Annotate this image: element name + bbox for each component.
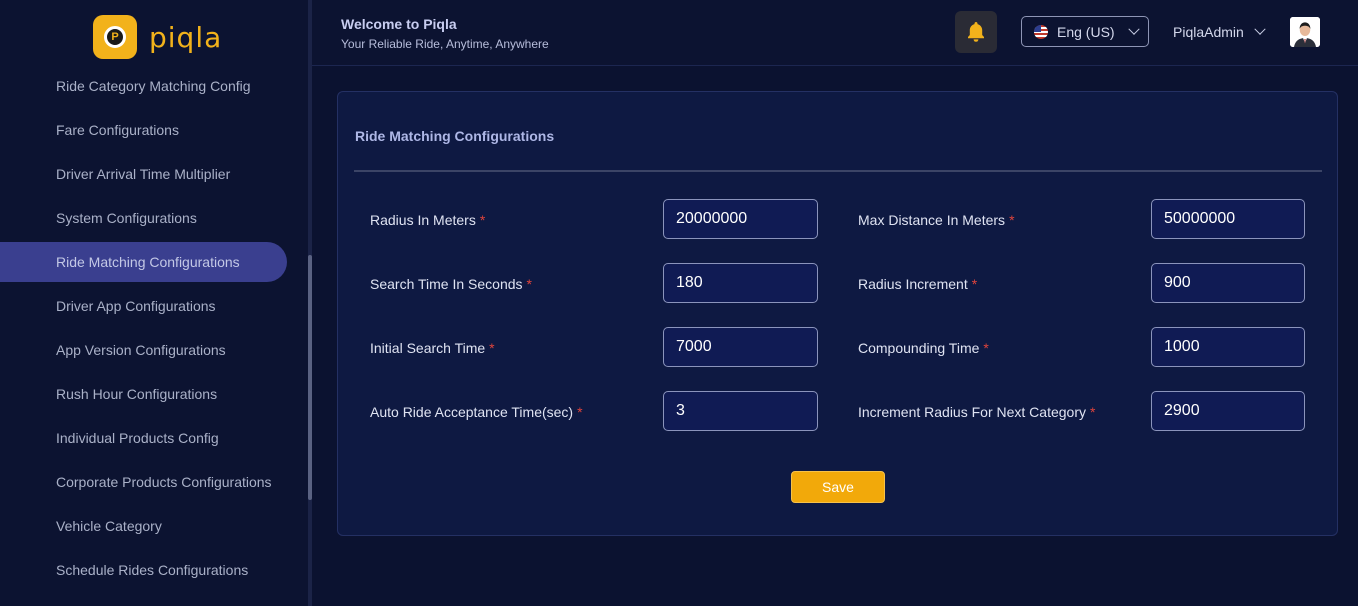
field-label-text: Radius In Meters <box>370 212 476 228</box>
sidebar-item-system-configurations[interactable]: System Configurations <box>0 198 287 238</box>
radius-in-meters-input[interactable] <box>663 199 818 239</box>
sidebar: P piqla Ride Category Matching Config Fa… <box>0 0 308 606</box>
top-header: Welcome to Piqla Your Reliable Ride, Any… <box>312 0 1358 66</box>
sidebar-item-corporate-products-configurations[interactable]: Corporate Products Configurations <box>0 462 287 502</box>
required-marker: * <box>526 276 532 292</box>
sidebar-item-driver-arrival-time-multiplier[interactable]: Driver Arrival Time Multiplier <box>0 154 287 194</box>
required-marker: * <box>489 340 495 356</box>
initial-search-time-input[interactable] <box>663 327 818 367</box>
user-menu[interactable]: PiqlaAdmin <box>1173 23 1266 40</box>
field-label-text: Search Time In Seconds <box>370 276 523 292</box>
sidebar-scrollbar-thumb[interactable] <box>308 255 312 500</box>
field-label-text: Compounding Time <box>858 340 980 356</box>
us-flag-icon <box>1034 24 1048 39</box>
page-title: Ride Matching Configurations <box>355 128 555 144</box>
sidebar-item-vehicle-category[interactable]: Vehicle Category <box>0 506 287 546</box>
chevron-down-icon <box>1254 23 1266 35</box>
sidebar-item-driver-app-configurations[interactable]: Driver App Configurations <box>0 286 287 326</box>
auto-ride-acceptance-time-label: Auto Ride Acceptance Time(sec) * <box>370 404 583 420</box>
user-avatar-icon <box>1290 17 1320 47</box>
required-marker: * <box>983 340 989 356</box>
sidebar-scrollbar[interactable] <box>308 0 312 606</box>
compounding-time-label: Compounding Time * <box>858 340 989 356</box>
notification-button[interactable] <box>955 11 997 53</box>
piqla-logo-icon: P <box>93 15 137 59</box>
welcome-title: Welcome to Piqla <box>341 16 457 32</box>
avatar[interactable] <box>1290 17 1320 47</box>
language-select[interactable]: Eng (US) <box>1021 16 1149 47</box>
bell-icon <box>968 22 984 42</box>
chevron-down-icon <box>1128 23 1140 35</box>
brand-name: piqla <box>149 20 223 54</box>
welcome-subtitle: Your Reliable Ride, Anytime, Anywhere <box>341 37 549 51</box>
sidebar-item-ride-matching-configurations[interactable]: Ride Matching Configurations <box>0 242 287 282</box>
field-label-text: Increment Radius For Next Category <box>858 404 1086 420</box>
search-time-in-seconds-input[interactable] <box>663 263 818 303</box>
ride-matching-config-card: Ride Matching Configurations Radius In M… <box>337 91 1338 536</box>
sidebar-item-label: Vehicle Category <box>56 518 162 534</box>
required-marker: * <box>577 404 583 420</box>
sidebar-nav: Ride Category Matching Config Fare Confi… <box>0 66 308 594</box>
sidebar-item-label: System Configurations <box>56 210 197 226</box>
auto-ride-acceptance-time-input[interactable] <box>663 391 818 431</box>
compounding-time-input[interactable] <box>1151 327 1305 367</box>
language-label: Eng (US) <box>1057 23 1115 40</box>
sidebar-item-label: Schedule Rides Configurations <box>56 562 249 578</box>
required-marker: * <box>479 212 486 228</box>
field-label-text: Radius Increment <box>858 276 968 292</box>
increment-radius-next-category-label: Increment Radius For Next Category * <box>858 404 1095 420</box>
divider <box>354 170 1322 172</box>
sidebar-item-fare-configurations[interactable]: Fare Configurations <box>0 110 287 150</box>
radius-increment-label: Radius Increment * <box>858 276 977 292</box>
sidebar-item-rush-hour-configurations[interactable]: Rush Hour Configurations <box>0 374 287 414</box>
initial-search-time-label: Initial Search Time * <box>370 340 495 356</box>
radius-in-meters-label: Radius In Meters * <box>370 212 485 228</box>
sidebar-item-app-version-configurations[interactable]: App Version Configurations <box>0 330 287 370</box>
sidebar-item-label: Individual Products Config <box>56 430 219 446</box>
radius-increment-input[interactable] <box>1151 263 1305 303</box>
username: PiqlaAdmin <box>1173 24 1244 40</box>
search-time-in-seconds-label: Search Time In Seconds * <box>370 276 532 292</box>
sidebar-item-label: App Version Configurations <box>56 342 226 358</box>
field-label-text: Auto Ride Acceptance Time(sec) <box>370 404 574 420</box>
sidebar-item-label: Rush Hour Configurations <box>56 386 218 402</box>
max-distance-in-meters-input[interactable] <box>1151 199 1305 239</box>
max-distance-in-meters-label: Max Distance In Meters * <box>858 212 1015 228</box>
sidebar-item-label: Fare Configurations <box>56 122 179 138</box>
sidebar-item-label: Corporate Products Configurations <box>56 474 272 490</box>
sidebar-item-label: Ride Category Matching Config <box>56 78 251 94</box>
required-marker: * <box>971 276 978 292</box>
sidebar-item-label: Driver Arrival Time Multiplier <box>56 166 231 182</box>
sidebar-item-individual-products-config[interactable]: Individual Products Config <box>0 418 287 458</box>
brand-logo[interactable]: P piqla <box>93 15 222 59</box>
sidebar-item-ride-category-matching-config[interactable]: Ride Category Matching Config <box>0 66 287 106</box>
sidebar-item-label: Driver App Configurations <box>56 298 216 314</box>
field-label-text: Max Distance In Meters <box>858 212 1006 228</box>
required-marker: * <box>1089 404 1096 420</box>
sidebar-item-label: Ride Matching Configurations <box>56 254 240 270</box>
sidebar-item-schedule-rides-configurations[interactable]: Schedule Rides Configurations <box>0 550 287 590</box>
field-label-text: Initial Search Time <box>370 340 486 356</box>
required-marker: * <box>1009 212 1015 228</box>
save-button[interactable]: Save <box>791 471 885 503</box>
increment-radius-next-category-input[interactable] <box>1151 391 1305 431</box>
